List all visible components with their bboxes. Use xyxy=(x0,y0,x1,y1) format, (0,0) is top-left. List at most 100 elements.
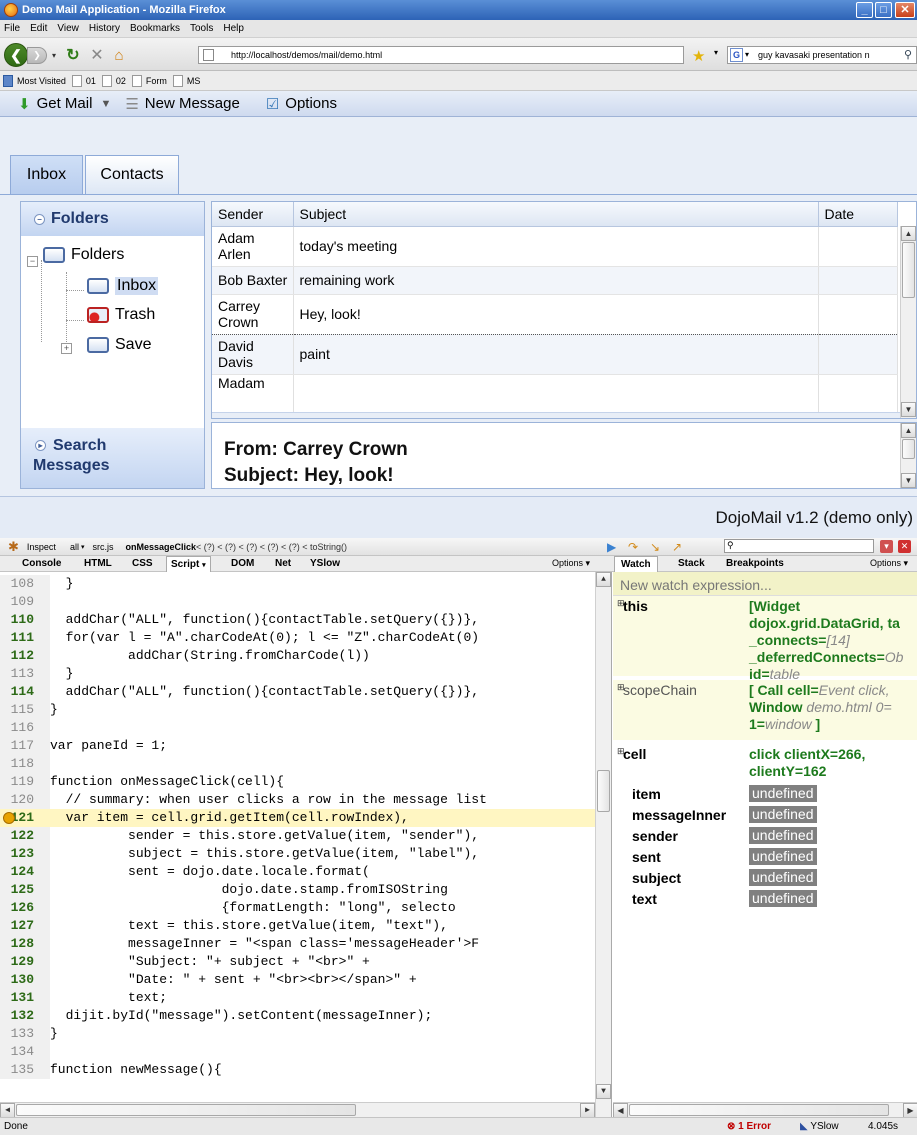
breakpoint-icon[interactable] xyxy=(3,812,15,824)
line-number[interactable]: 109 xyxy=(0,593,50,611)
table-row[interactable]: Madam xyxy=(212,374,898,415)
code-line[interactable]: 125 dojo.date.stamp.fromISOString xyxy=(0,881,596,899)
firebug-search-input[interactable]: ⚲ xyxy=(724,539,874,553)
line-number[interactable]: 127 xyxy=(0,917,50,935)
script-file-select[interactable]: src.js xyxy=(92,542,113,552)
url-bar[interactable]: http://localhost/demos/mail/demo.html xyxy=(198,46,684,64)
code-line[interactable]: 115} xyxy=(0,701,596,719)
line-number[interactable]: 111 xyxy=(0,629,50,647)
bookmark-ms[interactable]: MS xyxy=(187,76,201,86)
bookmark-star-icon[interactable]: ★ xyxy=(692,47,705,65)
code-line[interactable]: 124 sent = dojo.date.locale.format( xyxy=(0,863,596,881)
tab-css[interactable]: CSS xyxy=(132,558,153,569)
code-line[interactable]: 118 xyxy=(0,755,596,773)
tree-collapse-icon[interactable]: − xyxy=(27,256,38,267)
menu-view[interactable]: View xyxy=(57,23,79,34)
side-tab-breakpoints[interactable]: Breakpoints xyxy=(726,558,784,569)
firebug-icon[interactable]: ✱ xyxy=(8,539,19,555)
watch-row-item[interactable]: item undefined xyxy=(613,785,917,805)
menu-help[interactable]: Help xyxy=(223,23,244,34)
line-number[interactable]: 122 xyxy=(0,827,50,845)
watch-row-sender[interactable]: sender undefined xyxy=(613,827,917,847)
scroll-left-icon[interactable]: ◀ xyxy=(613,1103,628,1117)
scroll-down-icon[interactable]: ▼ xyxy=(901,473,916,488)
table-row[interactable]: Adam Arlen today's meeting xyxy=(212,226,898,267)
line-number[interactable]: 134 xyxy=(0,1043,50,1061)
step-over-icon[interactable]: ↷ xyxy=(628,540,638,554)
watch-row-cell[interactable]: ⊞ cell click clientX=266, clientY=162 xyxy=(613,744,917,784)
watch-row-scopechain[interactable]: ⊞ scopeChain [ Call cell=Event click, Wi… xyxy=(613,680,917,740)
line-number[interactable]: 115 xyxy=(0,701,50,719)
table-row[interactable]: David Davis paint xyxy=(212,334,898,375)
code-line[interactable]: 123 subject = this.store.getValue(item, … xyxy=(0,845,596,863)
watch-row-text[interactable]: text undefined xyxy=(613,890,917,910)
line-number[interactable]: 110 xyxy=(0,611,50,629)
tab-contacts[interactable]: Contacts xyxy=(85,155,179,194)
code-vertical-scrollbar[interactable]: ▲ ▼ xyxy=(595,572,611,1117)
line-number[interactable]: 108 xyxy=(0,575,50,593)
scroll-up-icon[interactable]: ▲ xyxy=(596,572,611,587)
filter-dropdown-icon[interactable]: ▾ xyxy=(81,543,85,551)
home-icon[interactable]: ⌂ xyxy=(110,46,128,64)
yslow-button[interactable]: ◣ YSlow xyxy=(800,1118,839,1135)
code-line[interactable]: 133} xyxy=(0,1025,596,1043)
line-number[interactable]: 120 xyxy=(0,791,50,809)
url-dropdown-icon[interactable]: ▾ xyxy=(714,48,718,57)
side-tab-stack[interactable]: Stack xyxy=(678,558,705,569)
watch-row-messageinner[interactable]: messageInner undefined xyxy=(613,806,917,826)
get-mail-dropdown-icon[interactable]: ▼ xyxy=(100,98,111,110)
search-engine-dropdown-icon[interactable]: ▾ xyxy=(745,47,749,63)
menu-edit[interactable]: Edit xyxy=(30,23,47,34)
back-button[interactable]: ❮ xyxy=(4,43,28,67)
code-line[interactable]: 132 dijit.byId("message").setContent(mes… xyxy=(0,1007,596,1025)
continue-icon[interactable]: ▶ xyxy=(607,540,616,554)
line-number[interactable]: 112 xyxy=(0,647,50,665)
tab-net[interactable]: Net xyxy=(275,558,291,569)
line-number[interactable]: 114 xyxy=(0,683,50,701)
code-line[interactable]: 122 sender = this.store.getValue(item, "… xyxy=(0,827,596,845)
scroll-left-icon[interactable]: ◀ xyxy=(0,1103,15,1117)
tab-html[interactable]: HTML xyxy=(84,558,112,569)
close-button[interactable]: ✕ xyxy=(895,2,915,18)
bookmark-01[interactable]: 01 xyxy=(86,76,96,86)
line-number[interactable]: 124 xyxy=(0,863,50,881)
code-line[interactable]: 111 for(var l = "A".charCodeAt(0); l <= … xyxy=(0,629,596,647)
line-number[interactable]: 125 xyxy=(0,881,50,899)
stack-current-function[interactable]: onMessageClick xyxy=(125,542,196,552)
table-row[interactable]: Bob Baxter remaining work xyxy=(212,266,898,295)
scroll-thumb[interactable] xyxy=(902,242,915,298)
maximize-button[interactable]: □ xyxy=(875,2,892,18)
grid-vertical-scrollbar[interactable]: ▲ ▼ xyxy=(900,226,916,418)
code-line[interactable]: 126 {formatLength: "long", selecto xyxy=(0,899,596,917)
search-messages-accordion-title[interactable]: ▸ Search Messages xyxy=(21,428,204,488)
tree-item-save[interactable]: Save xyxy=(87,336,151,354)
code-line[interactable]: 117 var paneId = 1; xyxy=(0,737,596,755)
column-header-subject[interactable]: Subject xyxy=(293,202,819,227)
options-button[interactable]: ☑ Options xyxy=(244,95,337,113)
splitter[interactable] xyxy=(212,412,900,418)
scroll-down-icon[interactable]: ▼ xyxy=(901,402,916,417)
stop-icon[interactable]: ✕ xyxy=(88,46,106,64)
scroll-up-icon[interactable]: ▲ xyxy=(901,423,916,438)
line-number[interactable]: 116 xyxy=(0,719,50,737)
code-line[interactable]: 120 // summary: when user clicks a row i… xyxy=(0,791,596,809)
column-header-sender[interactable]: Sender xyxy=(212,202,294,227)
code-line[interactable]: 129 "Subject: "+ subject + "<br>" + xyxy=(0,953,596,971)
code-line[interactable]: 116 xyxy=(0,719,596,737)
inspect-button[interactable]: Inspect xyxy=(27,542,56,552)
new-message-button[interactable]: ☰ New Message xyxy=(115,95,240,113)
tree-item-folders-root[interactable]: Folders xyxy=(43,246,124,264)
scroll-right-icon[interactable]: ▶ xyxy=(903,1103,917,1117)
menu-tools[interactable]: Tools xyxy=(190,23,213,34)
script-options-button[interactable]: Options ▾ xyxy=(552,558,590,569)
line-number[interactable]: 123 xyxy=(0,845,50,863)
code-line[interactable]: 110 addChar("ALL", function(){contactTab… xyxy=(0,611,596,629)
close-firebug-icon[interactable]: ✕ xyxy=(898,540,911,553)
column-header-date[interactable]: Date xyxy=(818,202,898,227)
code-line[interactable]: 131 text; xyxy=(0,989,596,1007)
line-number[interactable]: 117 xyxy=(0,737,50,755)
line-number[interactable]: 113 xyxy=(0,665,50,683)
line-number[interactable]: 135 xyxy=(0,1061,50,1079)
code-line[interactable]: 114 addChar("ALL", function(){contactTab… xyxy=(0,683,596,701)
watch-row-this[interactable]: ⊞ this [Widget dojox.grid.DataGrid, ta _… xyxy=(613,596,917,682)
